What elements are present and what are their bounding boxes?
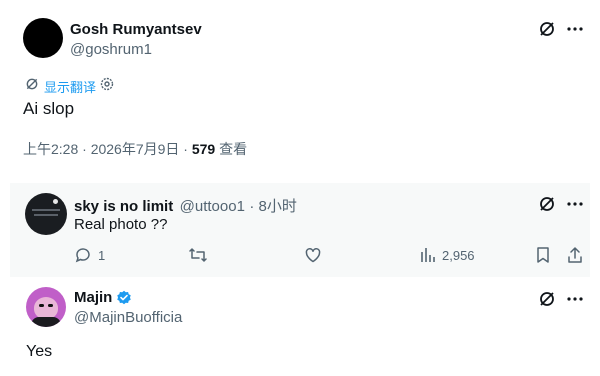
more-icon[interactable]	[566, 290, 584, 308]
reply-button[interactable]: 1	[74, 246, 105, 264]
reply-views-count: 2,956	[442, 247, 475, 263]
reply-time[interactable]: · 8小时	[249, 198, 297, 215]
post-text: Ai slop	[23, 99, 75, 118]
more-icon[interactable]	[566, 195, 584, 213]
repost-icon	[188, 246, 208, 264]
reply-text: Real photo ??	[74, 216, 168, 233]
heart-icon	[304, 246, 322, 264]
more-icon[interactable]	[566, 20, 584, 38]
grok-icon[interactable]	[538, 290, 556, 308]
reply-author-name[interactable]: sky is no limit	[74, 198, 173, 215]
reply-author-name[interactable]: Majin	[74, 289, 112, 306]
translate-link[interactable]: 显示翻译	[44, 77, 96, 96]
like-button[interactable]	[304, 246, 322, 264]
views-label: 查看	[215, 141, 248, 157]
share-icon[interactable]	[566, 246, 584, 264]
author-handle[interactable]: @goshrum1	[70, 41, 152, 58]
translate-grok-icon	[25, 77, 39, 91]
nested-reply-post[interactable]: Majin @MajinBuofficia Yes	[0, 277, 600, 376]
grok-icon[interactable]	[538, 195, 556, 213]
bookmark-icon[interactable]	[534, 246, 552, 264]
reply-author-handle[interactable]: @uttooo1	[180, 198, 245, 215]
reply-count: 1	[98, 247, 106, 263]
reply-author-handle[interactable]: @MajinBuofficia	[74, 309, 182, 326]
repost-button[interactable]	[188, 246, 208, 264]
reply-avatar[interactable]	[25, 193, 67, 235]
settings-icon[interactable]	[100, 77, 114, 91]
verified-badge-icon	[116, 290, 132, 306]
post-meta: 上午2:28 · 2026年7月9日 · 579 查看	[23, 139, 247, 159]
grok-icon[interactable]	[538, 20, 556, 38]
main-post: Gosh Rumyantsev @goshrum1 显示翻译 Ai slop 上…	[0, 0, 600, 180]
views-count: 579	[191, 141, 216, 157]
post-timestamp[interactable]: 上午2:28 · 2026年7月9日 ·	[23, 141, 192, 157]
views-button[interactable]: 2,956	[420, 246, 475, 264]
author-name[interactable]: Gosh Rumyantsev	[70, 21, 202, 38]
comment-icon	[74, 246, 92, 264]
reply-avatar[interactable]	[26, 287, 66, 327]
analytics-icon	[420, 246, 436, 264]
reply-post[interactable]: sky is no limit @uttooo1 · 8小时 Real phot…	[10, 183, 590, 277]
reply-text: Yes	[26, 343, 53, 360]
avatar[interactable]	[23, 18, 63, 58]
